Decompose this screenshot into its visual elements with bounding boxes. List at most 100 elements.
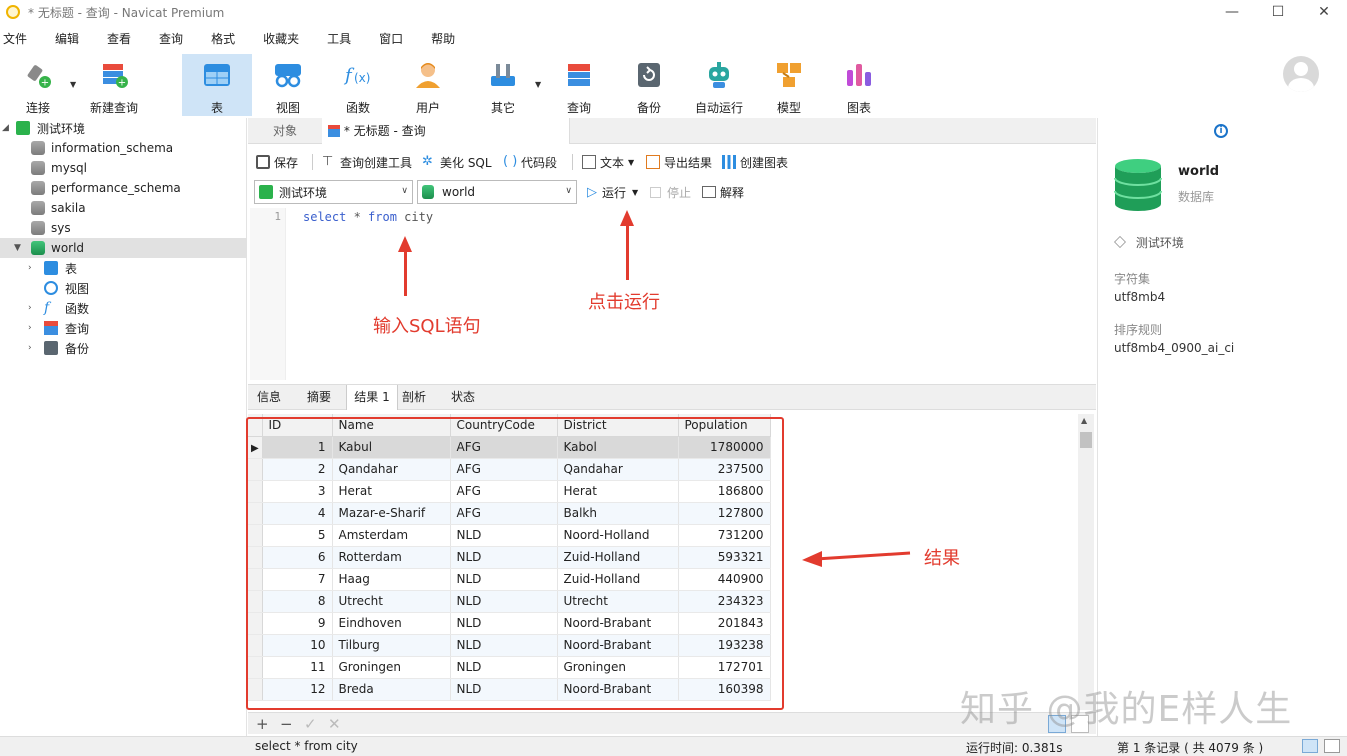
cell-name[interactable]: Tilburg	[332, 634, 451, 657]
cell-countrycode[interactable]: NLD	[450, 568, 558, 591]
table-row[interactable]: 3 Herat AFG Herat 186800	[248, 480, 771, 503]
tree-db-sys[interactable]: sys	[0, 218, 247, 238]
auto-run-button[interactable]: 自动运行	[684, 54, 754, 116]
column-header-name[interactable]: Name	[332, 414, 451, 437]
table-row[interactable]: 10 Tilburg NLD Noord-Brabant 193238	[248, 634, 771, 657]
chevron-right-icon[interactable]: ›	[28, 263, 32, 273]
tree-item-tables[interactable]: › 表	[0, 258, 247, 278]
table-row[interactable]: 6 Rotterdam NLD Zuid-Holland 593321	[248, 546, 771, 569]
tree-db-mysql[interactable]: mysql	[0, 158, 247, 178]
discard-changes-button[interactable]: ✕	[328, 715, 341, 733]
tree-db-information-schema[interactable]: information_schema	[0, 138, 247, 158]
export-result-button[interactable]: 导出结果	[646, 150, 712, 174]
cell-name[interactable]: Utrecht	[332, 590, 451, 613]
run-dropdown-icon[interactable]: ▼	[632, 188, 638, 197]
table-row[interactable]: 11 Groningen NLD Groningen 172701	[248, 656, 771, 679]
connection-select[interactable]: 测试环境 ∨	[254, 180, 413, 204]
query-button[interactable]: 查询	[544, 54, 614, 116]
table-row[interactable]: 9 Eindhoven NLD Noord-Brabant 201843	[248, 612, 771, 635]
apply-changes-button[interactable]: ✓	[304, 715, 317, 733]
cell-district[interactable]: Utrecht	[557, 590, 679, 613]
tree-item-queries[interactable]: › 查询	[0, 318, 247, 338]
cell-id[interactable]: 1	[262, 436, 333, 459]
vertical-scrollbar[interactable]: ▲	[1078, 414, 1094, 710]
minimize-button[interactable]: —	[1209, 0, 1255, 24]
query-builder-button[interactable]: ⊤ 查询创建工具	[322, 150, 412, 174]
cell-district[interactable]: Noord-Brabant	[557, 678, 679, 701]
cell-name[interactable]: Groningen	[332, 656, 451, 679]
cell-district[interactable]: Kabol	[557, 436, 679, 459]
cell-countrycode[interactable]: AFG	[450, 436, 558, 459]
cell-district[interactable]: Herat	[557, 480, 679, 503]
connect-button[interactable]: + 连接	[3, 54, 73, 116]
other-dropdown-icon[interactable]: ▼	[535, 80, 541, 89]
menu-format[interactable]: 格式	[208, 28, 248, 50]
cell-countrycode[interactable]: AFG	[450, 480, 558, 503]
row-marker[interactable]: ▶	[248, 436, 263, 459]
connect-dropdown-icon[interactable]: ▼	[70, 80, 76, 89]
tree-db-performance-schema[interactable]: performance_schema	[0, 178, 247, 198]
table-row[interactable]: 8 Utrecht NLD Utrecht 234323	[248, 590, 771, 613]
table-row[interactable]: 2 Qandahar AFG Qandahar 237500	[248, 458, 771, 481]
cell-countrycode[interactable]: NLD	[450, 546, 558, 569]
tab-result-1[interactable]: 结果 1	[346, 385, 398, 410]
cell-countrycode[interactable]: NLD	[450, 656, 558, 679]
cell-population[interactable]: 1780000	[678, 436, 771, 459]
cell-id[interactable]: 2	[262, 458, 333, 481]
cell-countrycode[interactable]: NLD	[450, 590, 558, 613]
menu-query[interactable]: 查询	[156, 28, 196, 50]
cell-district[interactable]: Zuid-Holland	[557, 568, 679, 591]
cell-id[interactable]: 10	[262, 634, 333, 657]
cell-name[interactable]: Haag	[332, 568, 451, 591]
table-row[interactable]: 7 Haag NLD Zuid-Holland 440900	[248, 568, 771, 591]
row-marker[interactable]	[248, 590, 263, 613]
menu-window[interactable]: 窗口	[376, 28, 416, 50]
row-marker[interactable]	[248, 480, 263, 503]
cell-district[interactable]: Groningen	[557, 656, 679, 679]
cell-countrycode[interactable]: NLD	[450, 524, 558, 547]
database-select[interactable]: world ∨	[417, 180, 577, 204]
tab-status[interactable]: 状态	[442, 385, 484, 410]
view-button[interactable]: 视图	[253, 54, 323, 116]
cell-name[interactable]: Kabul	[332, 436, 451, 459]
backup-button[interactable]: 备份	[614, 54, 684, 116]
cell-population[interactable]: 731200	[678, 524, 771, 547]
cell-district[interactable]: Noord-Holland	[557, 524, 679, 547]
cell-id[interactable]: 7	[262, 568, 333, 591]
tree-connection[interactable]: ◢ 测试环境	[0, 118, 247, 138]
chevron-right-icon[interactable]: ›	[28, 343, 32, 353]
cell-name[interactable]: Rotterdam	[332, 546, 451, 569]
table-row[interactable]: ▶ 1 Kabul AFG Kabol 1780000	[248, 436, 771, 459]
row-marker[interactable]	[248, 524, 263, 547]
menu-favorites[interactable]: 收藏夹	[260, 28, 312, 50]
column-header-id[interactable]: ID	[262, 414, 333, 437]
cell-id[interactable]: 12	[262, 678, 333, 701]
cell-id[interactable]: 11	[262, 656, 333, 679]
layout-right-button[interactable]	[1324, 739, 1340, 753]
menu-help[interactable]: 帮助	[428, 28, 468, 50]
tab-profile[interactable]: 剖析	[398, 385, 430, 410]
cell-countrycode[interactable]: NLD	[450, 634, 558, 657]
row-marker[interactable]	[248, 678, 263, 701]
column-header-district[interactable]: District	[557, 414, 679, 437]
new-query-button[interactable]: + 新建查询	[79, 54, 149, 116]
cell-id[interactable]: 9	[262, 612, 333, 635]
row-marker[interactable]	[248, 458, 263, 481]
cell-population[interactable]: 193238	[678, 634, 771, 657]
layout-left-button[interactable]	[1302, 739, 1318, 753]
tab-summary[interactable]: 摘要	[298, 385, 340, 410]
delete-record-button[interactable]: −	[280, 715, 293, 733]
cell-district[interactable]: Qandahar	[557, 458, 679, 481]
chevron-right-icon[interactable]: ›	[28, 303, 32, 313]
row-marker[interactable]	[248, 634, 263, 657]
cell-population[interactable]: 127800	[678, 502, 771, 525]
scrollbar-thumb[interactable]	[1080, 432, 1092, 448]
cell-name[interactable]: Mazar-e-Sharif	[332, 502, 451, 525]
stop-button[interactable]: 停止	[650, 180, 691, 204]
table-row[interactable]: 4 Mazar-e-Sharif AFG Balkh 127800	[248, 502, 771, 525]
code-snippet-button[interactable]: ( ) 代码段	[503, 150, 557, 174]
cell-district[interactable]: Noord-Brabant	[557, 634, 679, 657]
add-record-button[interactable]: +	[256, 715, 269, 733]
function-button[interactable]: f (x) 函数	[323, 54, 393, 116]
row-marker[interactable]	[248, 502, 263, 525]
